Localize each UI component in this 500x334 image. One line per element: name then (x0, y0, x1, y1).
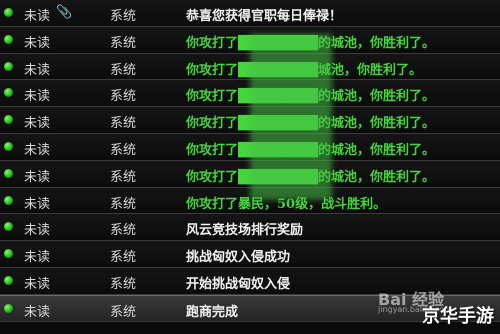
mail-sender: 系统 (110, 9, 137, 24)
mail-sender: 系统 (110, 223, 137, 239)
mail-status: 未读 (24, 62, 51, 78)
mail-status: 未读 (24, 35, 51, 51)
mail-sender: 系统 (110, 142, 137, 158)
unread-dot-icon (4, 115, 13, 125)
unread-dot-icon (4, 61, 13, 71)
mail-sender: 系统 (110, 250, 137, 266)
unread-dot-icon (4, 141, 13, 151)
mail-subject[interactable]: 开始挑战匈奴入侵 (186, 273, 290, 292)
mail-sender: 系统 (110, 89, 137, 105)
mail-status: 未读 (24, 304, 51, 320)
mail-subject[interactable]: 恭喜您获得官职每日俸禄！ (186, 5, 342, 24)
mail-row[interactable]: 未读 系统 风云竞技场排行奖励 (0, 214, 500, 242)
mail-status: 未读 (24, 142, 51, 158)
unread-dot-icon (4, 222, 13, 232)
unread-dot-icon (4, 34, 13, 44)
attachment-icon: 📎 (56, 5, 73, 20)
mail-status: 未读 (24, 89, 51, 105)
mail-row[interactable]: 未读 系统 挑战匈奴入侵成功 (0, 241, 500, 268)
mail-status: 未读 (24, 223, 51, 239)
mail-status: 未读 (24, 276, 51, 292)
brand-logo: 京华手游 (422, 306, 494, 327)
mail-sender: 系统 (110, 276, 137, 292)
mail-subject[interactable]: 挑战匈奴入侵成功 (186, 246, 290, 265)
unread-dot-icon (4, 249, 13, 259)
mail-sender: 系统 (110, 116, 137, 132)
unread-dot-icon (4, 275, 13, 285)
mail-subject[interactable]: 跑商完成 (186, 301, 238, 320)
mail-sender: 系统 (110, 35, 137, 51)
mail-sender: 系统 (110, 304, 137, 320)
mail-row[interactable]: 未读 📎 系统 恭喜您获得官职每日俸禄！ (0, 0, 500, 27)
unread-dot-icon (4, 195, 13, 205)
mail-sender: 系统 (110, 196, 137, 212)
mail-status: 未读 (24, 9, 51, 24)
mail-status: 未读 (24, 169, 51, 185)
unread-dot-icon (4, 303, 13, 313)
blurred-region (250, 34, 332, 200)
mail-sender: 系统 (110, 169, 137, 185)
mail-subject[interactable]: 风云竞技场排行奖励 (186, 219, 303, 238)
mail-status: 未读 (24, 250, 51, 266)
unread-dot-icon (4, 168, 13, 178)
mail-sender: 系统 (110, 62, 137, 78)
unread-dot-icon (4, 88, 13, 98)
unread-dot-icon (4, 8, 13, 17)
mail-status: 未读 (24, 196, 51, 212)
mail-status: 未读 (24, 116, 51, 132)
